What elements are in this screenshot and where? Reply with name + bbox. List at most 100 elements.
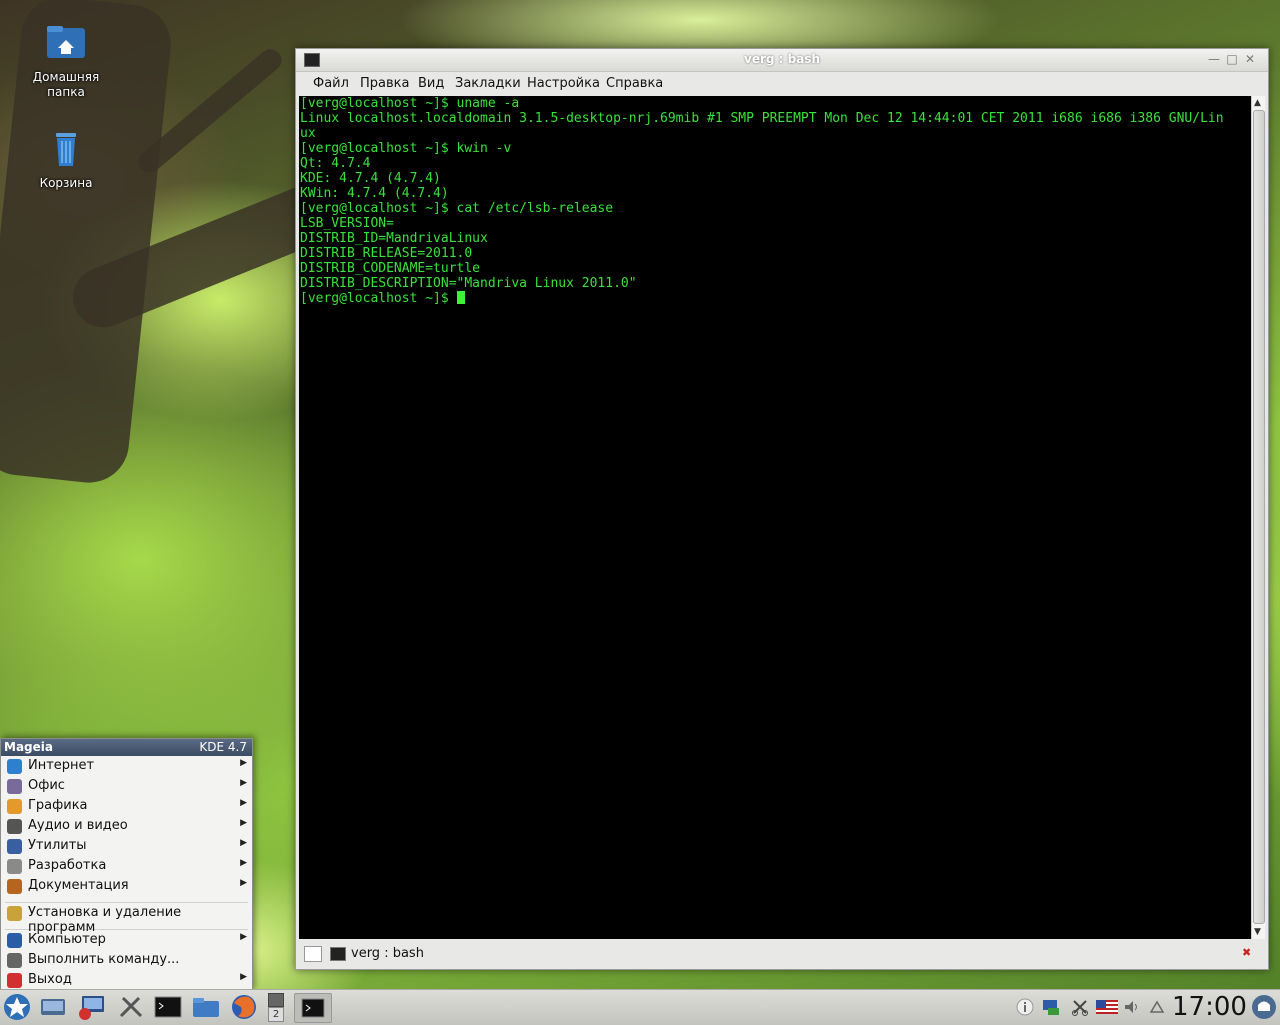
start-menu-item[interactable]: Офис ▶ bbox=[1, 776, 252, 796]
submenu-arrow-icon: ▶ bbox=[240, 932, 247, 942]
scroll-down-icon[interactable]: ▼ bbox=[1254, 927, 1261, 937]
start-menu-header: Mageia KDE 4.7 bbox=[1, 739, 252, 756]
start-menu-item[interactable]: Компьютер ▶ bbox=[1, 930, 252, 950]
menu-edit[interactable]: Правка bbox=[360, 76, 409, 91]
start-menu-item[interactable]: Выполнить команду... bbox=[1, 950, 252, 970]
terminal-line: KDE: 4.7.4 (4.7.4) bbox=[300, 171, 441, 186]
desktop-icon-label: Корзина bbox=[39, 176, 93, 190]
start-menu-item-label: Выполнить команду... bbox=[28, 952, 180, 967]
clipboard-icon[interactable] bbox=[1071, 998, 1089, 1016]
computer-settings-icon[interactable] bbox=[76, 993, 106, 1021]
office-icon bbox=[7, 779, 22, 794]
panel-toolbox-icon[interactable] bbox=[1250, 993, 1278, 1021]
terminal-line: [verg@localhost ~]$ uname -a bbox=[300, 96, 520, 111]
tray-expand-icon[interactable] bbox=[1148, 998, 1166, 1016]
start-menu-item-label: Графика bbox=[28, 798, 88, 813]
terminal-prompt: [verg@localhost ~]$ bbox=[300, 291, 457, 306]
submenu-arrow-icon: ▶ bbox=[240, 838, 247, 848]
book-icon bbox=[7, 879, 22, 894]
start-menu-items: Интернет ▶ Офис ▶ Графика ▶ Аудио и видео ▶ Утил… bbox=[1, 756, 252, 990]
menu-view[interactable]: Вид bbox=[418, 76, 444, 91]
start-menu-item[interactable]: Документация ▶ bbox=[1, 876, 252, 896]
package-icon bbox=[7, 906, 22, 921]
volume-icon[interactable] bbox=[1123, 998, 1141, 1016]
run-command-icon bbox=[7, 953, 22, 968]
firefox-icon[interactable] bbox=[229, 993, 259, 1021]
desktop-icon-home[interactable]: Домашняя папка bbox=[20, 22, 112, 100]
terminal-line: Qt: 4.7.4 bbox=[300, 156, 371, 171]
start-menu-item-label: Разработка bbox=[28, 858, 107, 873]
terminal-scrollbar[interactable]: ▲ ▼ bbox=[1251, 96, 1265, 939]
start-menu-item[interactable]: Аудио и видео ▶ bbox=[1, 816, 252, 836]
info-icon[interactable] bbox=[1016, 998, 1034, 1016]
start-menu-item[interactable]: Установка и удаление программ bbox=[1, 903, 252, 935]
terminal-line: ux bbox=[300, 126, 316, 141]
terminal-line: DISTRIB_RELEASE=2011.0 bbox=[300, 246, 473, 261]
close-icon[interactable]: ✕ bbox=[1244, 53, 1256, 65]
menu-help[interactable]: Справка bbox=[606, 76, 663, 91]
start-menu-item[interactable]: Выход ▶ bbox=[1, 970, 252, 990]
desktop-icon-label: Домашняя папка bbox=[32, 70, 100, 99]
scrollbar-thumb[interactable] bbox=[1253, 110, 1265, 924]
start-menu-item-label: Утилиты bbox=[28, 838, 87, 853]
start-menu-item[interactable]: Утилиты ▶ bbox=[1, 836, 252, 856]
power-icon bbox=[7, 973, 22, 988]
maximize-icon[interactable]: □ bbox=[1226, 53, 1238, 65]
start-menu-item-label: Документация bbox=[28, 878, 129, 893]
scroll-up-icon[interactable]: ▲ bbox=[1254, 98, 1261, 108]
terminal-launcher-icon[interactable] bbox=[153, 993, 183, 1021]
mageia-star-icon[interactable] bbox=[2, 993, 32, 1021]
system-tools-icon[interactable] bbox=[116, 993, 146, 1021]
start-menu-item[interactable]: Графика ▶ bbox=[1, 796, 252, 816]
submenu-arrow-icon: ▶ bbox=[240, 798, 247, 808]
pager-desktop-2[interactable]: 2 bbox=[268, 1007, 284, 1022]
show-desktop-icon[interactable] bbox=[38, 993, 68, 1021]
tab-label[interactable]: verg : bash bbox=[351, 946, 424, 961]
computer-icon bbox=[7, 933, 22, 948]
menu-file[interactable]: Файл bbox=[313, 76, 349, 91]
terminal-line: LSB_VERSION= bbox=[300, 216, 394, 231]
window-title: verg : bash bbox=[744, 52, 820, 66]
start-menu-item-label: Компьютер bbox=[28, 932, 106, 947]
start-menu-item-label: Аудио и видео bbox=[28, 818, 128, 833]
submenu-arrow-icon: ▶ bbox=[240, 858, 247, 868]
clock[interactable]: 17:00 bbox=[1172, 992, 1247, 1022]
terminal-line: [verg@localhost ~]$ cat /etc/lsb-release bbox=[300, 201, 614, 216]
task-terminal[interactable] bbox=[294, 993, 332, 1023]
pager-desktop-1[interactable] bbox=[268, 993, 284, 1007]
desktop-icon-trash[interactable]: Корзина bbox=[20, 128, 112, 191]
terminal-line: Linux localhost.localdomain 3.1.5-deskto… bbox=[300, 111, 1224, 126]
file-manager-icon[interactable] bbox=[191, 993, 221, 1021]
terminal-cursor bbox=[456, 291, 465, 304]
start-menu-brand: Mageia bbox=[4, 740, 53, 754]
close-tab-icon[interactable]: ✖ bbox=[1242, 947, 1254, 959]
submenu-arrow-icon: ▶ bbox=[240, 778, 247, 788]
terminal-window[interactable]: verg : bash — □ ✕ Файл Правка Вид Заклад… bbox=[295, 48, 1269, 970]
start-menu-item-label: Офис bbox=[28, 778, 65, 793]
globe-icon bbox=[7, 759, 22, 774]
new-tab-icon[interactable] bbox=[304, 946, 322, 962]
network-icon[interactable] bbox=[1042, 998, 1060, 1016]
terminal-tab-icon[interactable] bbox=[330, 947, 346, 961]
start-menu-item-label: Выход bbox=[28, 972, 72, 987]
submenu-arrow-icon: ▶ bbox=[240, 818, 247, 828]
utilities-icon bbox=[7, 839, 22, 854]
submenu-arrow-icon: ▶ bbox=[240, 758, 247, 768]
terminal-line: [verg@localhost ~]$ bbox=[300, 291, 1251, 306]
taskbar: 2 17:00 bbox=[0, 989, 1280, 1025]
terminal-line: KWin: 4.7.4 (4.7.4) bbox=[300, 186, 449, 201]
menu-bookmarks[interactable]: Закладки bbox=[455, 76, 521, 91]
start-menu: Mageia KDE 4.7 Интернет ▶ Офис ▶ Графика ▶ Ауд… bbox=[0, 738, 253, 991]
start-menu-item[interactable]: Разработка ▶ bbox=[1, 856, 252, 876]
terminal-task-icon bbox=[301, 998, 325, 1018]
start-menu-item[interactable]: Интернет ▶ bbox=[1, 756, 252, 776]
desktop-pager[interactable]: 2 bbox=[266, 993, 284, 1022]
window-titlebar[interactable]: verg : bash — □ ✕ bbox=[296, 49, 1268, 72]
menu-settings[interactable]: Настройка bbox=[527, 76, 600, 91]
film-icon bbox=[7, 819, 22, 834]
terminal-output[interactable]: [verg@localhost ~]$ uname -a Linux localh… bbox=[299, 96, 1251, 939]
menubar: Файл Правка Вид Закладки Настройка Справ… bbox=[296, 72, 1268, 94]
minimize-icon[interactable]: — bbox=[1208, 53, 1220, 65]
keyboard-layout-flag-icon[interactable] bbox=[1096, 998, 1118, 1016]
palette-icon bbox=[7, 799, 22, 814]
